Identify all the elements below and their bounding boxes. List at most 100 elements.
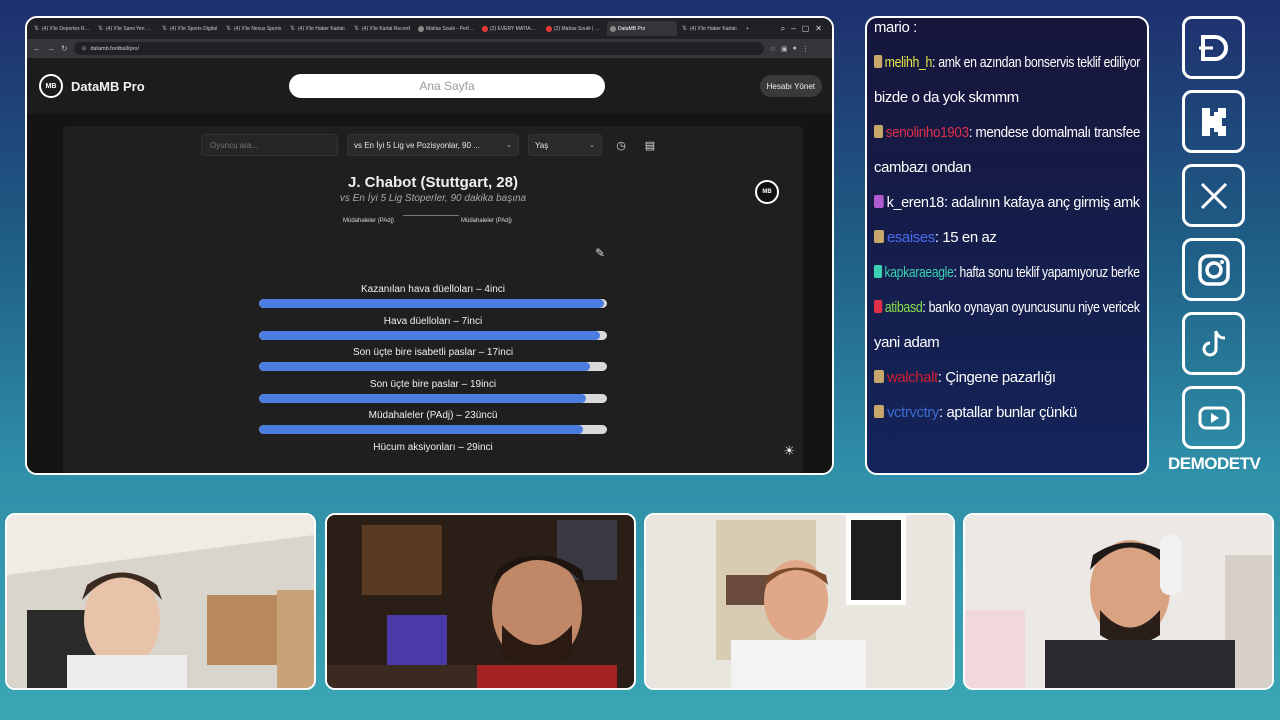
metric-item: Hava düelloları – 7inci xyxy=(259,315,607,347)
timer-icon[interactable]: ◷ xyxy=(611,135,631,155)
browser-tab[interactable]: (2) EVERY MATIAS SOU xyxy=(479,21,541,36)
metric-bar-track xyxy=(259,362,607,371)
youtube-icon xyxy=(482,25,488,32)
metric-bar-fill xyxy=(259,299,604,308)
metric-item: Hücum aksiyonları – 29inci xyxy=(259,441,607,473)
x-icon: 𝕏 xyxy=(682,25,687,32)
age-select[interactable]: Yaş ⌄ xyxy=(528,134,602,156)
x-icon xyxy=(1182,164,1245,227)
axis-label-right: Müdahaleler (PAdj) xyxy=(461,218,512,224)
chat-messages: mario : melihh_h: amk en azından bonserv… xyxy=(874,18,1141,430)
brand-name[interactable]: DataMB Pro xyxy=(71,79,145,94)
browser-tab-label: (2) Matías Soulé | Skill xyxy=(554,25,602,32)
new-tab-plus-icon[interactable]: + xyxy=(743,21,755,36)
url-text: datamb.football/pro/ xyxy=(90,45,139,52)
metric-label: Kazanılan hava düelloları – 4inci xyxy=(361,284,505,295)
browser-tab-label: (4) X'te Sports Digital xyxy=(170,25,218,32)
url-field[interactable]: ⊙ datamb.football/pro/ xyxy=(73,42,764,55)
x-icon: 𝕏 xyxy=(226,25,231,32)
webcam-3 xyxy=(644,513,955,690)
metric-bar-track xyxy=(259,299,607,308)
chat-username: esaises xyxy=(886,229,935,246)
chat-message: melihh_h: amk en azından bonservis tekli… xyxy=(874,45,1140,80)
chat-message: kapkaraeagle: hafta sonu teklif yapamıyo… xyxy=(874,255,1140,290)
tab-strip: 𝕏 (4) X'te Deportes Rep 𝕏 (4) X'te Sami Yen… xyxy=(27,18,832,39)
filter-row: vs En İyi 5 Lig ve Pozisyonlar, 90 ... ⌄… xyxy=(201,134,660,156)
chat-username: vctrvctry xyxy=(886,404,939,421)
chat-message: esaises: 15 en az xyxy=(874,220,1140,255)
brand-logo-text: MB xyxy=(45,82,57,90)
brand-logo[interactable]: MB xyxy=(39,74,63,98)
browser-tab-label: (4) X'te Haber Kartalı xyxy=(690,25,737,32)
demode-logo-icon xyxy=(1182,16,1245,79)
browser-tab[interactable]: 𝕏 (4) X'te Deportes Rep xyxy=(31,21,93,36)
menu-icon[interactable]: ⋮ xyxy=(802,45,809,53)
profile-icon[interactable]: ● xyxy=(793,45,797,53)
browser-tab[interactable]: 𝕏 (4) X'te Kartal Record xyxy=(351,21,413,36)
minimize-icon[interactable]: – xyxy=(791,24,795,34)
chat-username: atibasd xyxy=(884,299,923,316)
x-icon: 𝕏 xyxy=(354,25,359,32)
chat-username: walchalt xyxy=(886,369,938,386)
metric-bar-fill xyxy=(259,425,583,434)
browser-tab-label: Matías Soulé - Perform xyxy=(426,25,474,32)
chat-message: walchalt: Çingene pazarlığı xyxy=(874,360,1140,395)
extension-icons: ☆ ▣ ● ⋮ xyxy=(770,45,809,53)
manage-account-button[interactable]: Hesabı Yönet xyxy=(759,75,822,97)
chat-panel: mario : melihh_h: amk en azından bonserv… xyxy=(865,16,1149,475)
youtube-icon xyxy=(1182,386,1245,449)
browser-tab[interactable]: 𝕏 (4) X'te Sports Digital xyxy=(159,21,221,36)
chat-text-continued: yani adam xyxy=(874,334,940,351)
comparison-select[interactable]: vs En İyi 5 Lig ve Pozisyonlar, 90 ... ⌄ xyxy=(347,134,519,156)
site-info-icon[interactable]: ⊙ xyxy=(82,46,87,52)
extension-icon[interactable]: ▣ xyxy=(781,45,788,53)
maximize-icon[interactable]: ▢ xyxy=(802,24,810,34)
webcam-4 xyxy=(963,513,1274,690)
player-search-input[interactable] xyxy=(201,134,338,156)
address-bar: ← → ↻ ⊙ datamb.football/pro/ ☆ ▣ ● ⋮ xyxy=(27,39,832,58)
webcam-1 xyxy=(5,513,316,690)
chevron-down-icon: ⌄ xyxy=(589,142,595,149)
browser-window: 𝕏 (4) X'te Deportes Rep 𝕏 (4) X'te Sami Yen… xyxy=(25,16,834,475)
browser-tab[interactable]: 𝕏 (4) X'te Sami Yen Hab xyxy=(95,21,157,36)
chat-text-continued: cambazı ondan xyxy=(874,159,972,176)
close-icon[interactable]: ✕ xyxy=(815,24,822,34)
browser-tab[interactable]: 𝕏 (4) X'te Haber Kartalı xyxy=(287,21,349,36)
kick-icon xyxy=(1182,90,1245,153)
chat-text: : banko oynayan oyuncusunu niye vericek xyxy=(922,299,1140,316)
browser-tab[interactable]: 𝕏 (4) X'te Nexus Sports xyxy=(223,21,285,36)
back-icon[interactable]: ← xyxy=(33,44,41,53)
metric-label: Hava düelloları – 7inci xyxy=(383,315,483,327)
site-body: vs En İyi 5 Lig ve Pozisyonlar, 90 ... ⌄… xyxy=(27,114,832,473)
home-button[interactable]: Ana Sayfa xyxy=(289,74,605,98)
channel-name: DEMODETV xyxy=(1168,454,1261,473)
browser-tab[interactable]: Matías Soulé - Perform xyxy=(415,21,477,36)
chat-text: : amk en azından bonservis teklif ediliy… xyxy=(932,54,1141,71)
metric-bars: Kazanılan hava düelloları – 4inci Hava dü… xyxy=(259,283,607,472)
x-icon: 𝕏 xyxy=(290,25,295,32)
browser-tab[interactable]: 𝕏 (4) X'te Haber Kartalı xyxy=(679,21,741,36)
chat-text: : mendese domalmalı transfee xyxy=(968,124,1141,141)
metric-item: Son üçte bire isabetli paslar – 17inci xyxy=(259,346,607,378)
metric-label: Müdahaleler (PAdj) – 23üncü xyxy=(368,410,498,421)
forward-icon[interactable]: → xyxy=(47,44,55,53)
browser-tab[interactable]: DataMB Pro xyxy=(607,21,677,36)
x-icon: 𝕏 xyxy=(34,25,39,32)
calendar-icon[interactable]: ▤ xyxy=(640,135,660,155)
metric-item: Kazanılan hava düelloları – 4inci xyxy=(259,283,607,315)
user-badge-icon xyxy=(874,300,883,313)
player-title: J. Chabot (Stuttgart, 28) xyxy=(347,174,518,191)
metric-item: Müdahaleler (PAdj) – 23üncü xyxy=(259,409,607,441)
metric-label: Son üçte bire isabetli paslar – 17inci xyxy=(352,347,514,358)
bookmark-icon[interactable]: ☆ xyxy=(770,45,776,53)
chat-username: senolinho1903 xyxy=(885,124,969,141)
search-tabs-icon[interactable]: ⌕ xyxy=(781,24,785,34)
metric-item: Son üçte bire paslar – 19inci xyxy=(259,378,607,410)
browser-tab[interactable]: (2) Matías Soulé | Skill xyxy=(543,21,605,36)
browser-tab-label: (4) X'te Deportes Rep xyxy=(42,25,90,32)
theme-toggle-sun-icon[interactable]: ☀ xyxy=(783,443,795,459)
tiktok-icon xyxy=(1182,312,1245,375)
reload-icon[interactable]: ↻ xyxy=(61,44,68,53)
browser-tab-label: (4) X'te Nexus Sports xyxy=(234,25,282,32)
edit-pencil-icon[interactable]: ✎ xyxy=(595,246,605,260)
